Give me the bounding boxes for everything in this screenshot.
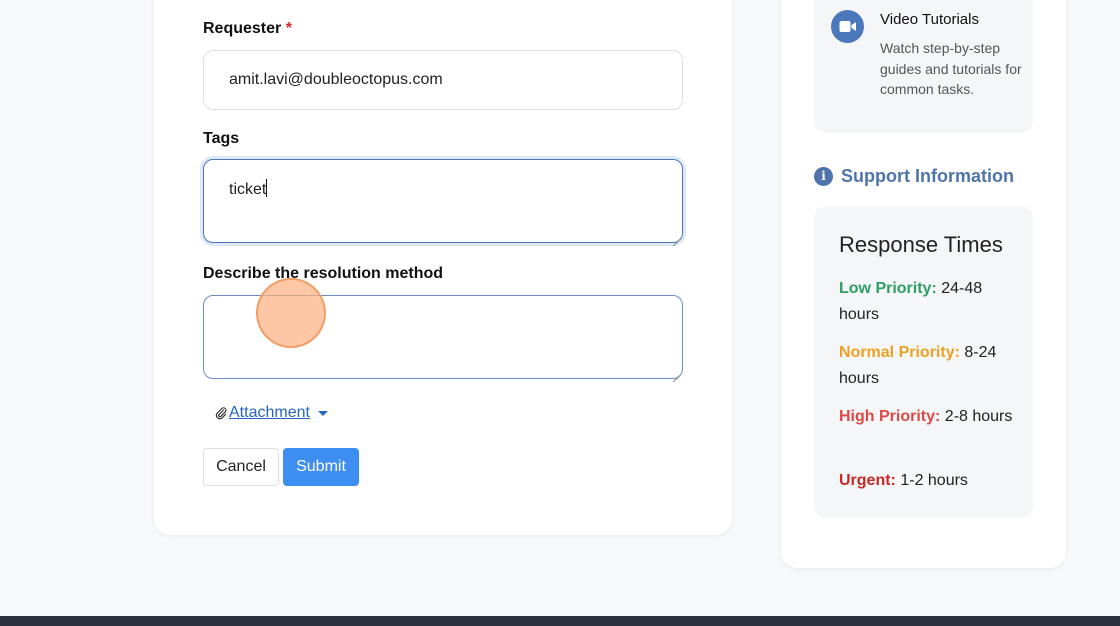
requester-value: amit.lavi@doubleoctopus.com — [229, 71, 443, 88]
description-label: Describe the resolution method — [203, 265, 444, 282]
priority-urgent-label: Urgent: — [839, 472, 896, 489]
page-footer — [0, 616, 1120, 626]
priority-urgent: Urgent: 1-2 hours — [839, 468, 1019, 494]
priority-urgent-value: 1-2 hours — [895, 472, 968, 489]
click-indicator — [256, 278, 326, 348]
priority-normal-label: Normal Priority: — [839, 344, 960, 361]
priority-low-label: Low Priority: — [839, 280, 937, 297]
priority-low: Low Priority: 24-48 hours — [839, 276, 1019, 328]
tags-label: Tags — [203, 130, 240, 147]
text-caret — [266, 179, 268, 197]
submit-button[interactable]: Submit — [283, 448, 359, 486]
paperclip-icon — [215, 407, 227, 420]
video-camera-icon — [831, 10, 864, 43]
requester-label: Requester * — [203, 20, 292, 38]
attachment-toggle[interactable]: Attachment — [215, 404, 328, 422]
description-resize-handle[interactable] — [673, 369, 681, 377]
tags-value: ticket — [229, 181, 267, 198]
required-marker: * — [285, 20, 292, 37]
priority-high-value: 2-8 hours — [940, 408, 1013, 425]
video-tutorials-description: Watch step-by-step guides and tutorials … — [880, 40, 1022, 97]
priority-high: High Priority: 2-8 hours — [839, 404, 1019, 430]
requester-label-text: Requester — [203, 20, 282, 37]
support-heading-text: Support Information — [841, 166, 1014, 186]
requester-input[interactable]: amit.lavi@doubleoctopus.com — [203, 50, 683, 110]
attachment-link[interactable]: Attachment — [229, 404, 310, 422]
caret-down-icon — [317, 410, 328, 416]
tags-resize-handle[interactable] — [673, 233, 681, 241]
priority-normal: Normal Priority: 8-24 hours — [839, 340, 1019, 392]
priority-high-label: High Priority: — [839, 408, 941, 425]
video-tutorials-title: Video Tutorials — [880, 11, 979, 28]
tags-textarea[interactable]: ticket — [203, 159, 683, 243]
cancel-button[interactable]: Cancel — [203, 448, 279, 486]
response-times-title: Response Times — [839, 232, 1003, 257]
support-information-heading: i Support Information — [814, 166, 1014, 187]
info-icon: i — [814, 167, 833, 186]
